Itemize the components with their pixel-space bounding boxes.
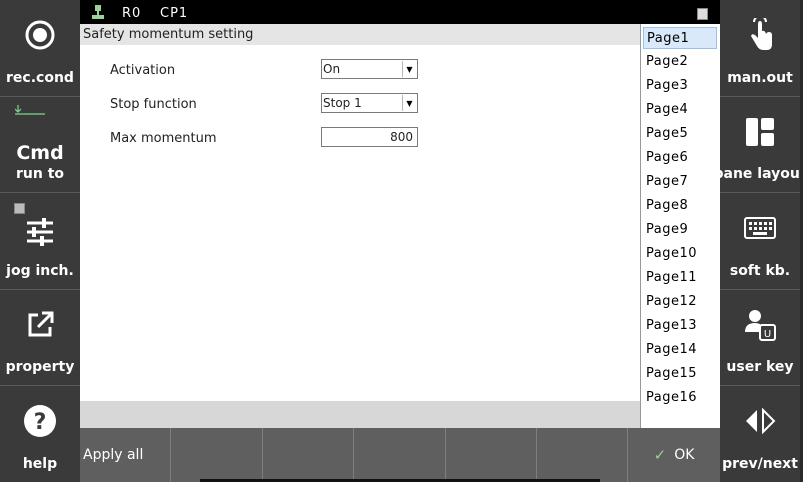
bottom-slot-3[interactable]	[263, 428, 355, 482]
jog-status-indicator	[14, 203, 25, 214]
run-to-button[interactable]: Cmd run to	[0, 97, 80, 194]
max-momentum-input[interactable]: 800	[321, 127, 418, 147]
svg-text:?: ?	[34, 410, 47, 435]
max-momentum-value: 800	[390, 130, 413, 144]
help-label: help	[22, 455, 58, 472]
man-out-label: man.out	[727, 69, 793, 86]
page-item[interactable]: Page9	[643, 219, 717, 241]
page-item[interactable]: Page13	[643, 315, 717, 337]
soft-kb-label: soft kb.	[729, 262, 791, 279]
chevron-down-icon[interactable]: ▼	[402, 61, 416, 77]
chevron-down-icon[interactable]: ▼	[402, 95, 416, 111]
page-item[interactable]: Page7	[643, 171, 717, 193]
bottom-slot-2[interactable]	[171, 428, 263, 482]
page-item[interactable]: Page1	[643, 27, 717, 49]
keyboard-icon	[743, 211, 777, 245]
property-button[interactable]: property	[0, 290, 80, 387]
record-circle-icon	[23, 18, 57, 52]
jog-inch-button[interactable]: jog inch.	[0, 193, 80, 290]
page-item[interactable]: Page5	[643, 123, 717, 145]
status-bar: R0 CP1	[80, 0, 720, 24]
page-item[interactable]: Page12	[643, 291, 717, 313]
run-to-arrow-icon	[14, 104, 45, 118]
page-list: Page1 Page2 Page3 Page4 Page5 Page6 Page…	[640, 24, 720, 428]
run-to-label: run to	[15, 166, 65, 183]
page-item[interactable]: Page11	[643, 267, 717, 289]
page-item[interactable]: Page14	[643, 339, 717, 361]
apply-all-button[interactable]: Apply all	[80, 428, 172, 482]
page-item[interactable]: Page15	[643, 363, 717, 385]
page-item[interactable]: Page8	[643, 195, 717, 217]
settings-panel: Safety momentum setting Activation On ▼ …	[80, 24, 640, 428]
page-item[interactable]: Page16	[643, 387, 717, 409]
pane-layout-label: pane layout	[713, 166, 803, 183]
help-button[interactable]: ? help	[0, 386, 80, 482]
cmd-label: Cmd	[16, 142, 64, 165]
sliders-icon	[23, 215, 57, 249]
bottom-slot-4[interactable]	[354, 428, 446, 482]
activation-label: Activation	[110, 63, 176, 78]
pane-layout-icon	[743, 115, 777, 149]
rec-cond-button[interactable]: rec.cond	[0, 0, 80, 97]
robot-status-icon	[92, 5, 104, 19]
storage-icon	[697, 8, 708, 20]
prev-next-button[interactable]: prev/next	[720, 386, 800, 482]
bottom-action-bar: Apply all ✓ OK	[80, 428, 720, 482]
jog-inch-label: jog inch.	[6, 262, 74, 279]
panel-footer	[80, 401, 640, 428]
stop-function-select[interactable]: Stop 1 ▼	[321, 93, 418, 113]
svg-text:U: U	[764, 329, 771, 340]
soft-kb-button[interactable]: soft kb.	[720, 193, 800, 290]
user-key-label: user key	[726, 359, 794, 376]
check-icon: ✓	[653, 446, 667, 464]
external-link-icon	[23, 308, 57, 342]
help-icon: ?	[23, 404, 57, 438]
max-momentum-label: Max momentum	[110, 131, 217, 146]
activation-value: On	[323, 62, 341, 76]
touch-hand-icon	[743, 18, 777, 52]
page-item[interactable]: Page6	[643, 147, 717, 169]
ok-label: OK	[674, 447, 695, 463]
panel-title: Safety momentum setting	[80, 24, 640, 45]
pane-layout-button[interactable]: pane layout	[713, 97, 803, 194]
bottom-slot-5[interactable]	[446, 428, 537, 482]
page-item[interactable]: Page4	[643, 99, 717, 121]
right-function-panel: man.out pane layout soft kb. U user key …	[713, 0, 803, 482]
bottom-slot-6[interactable]	[537, 428, 629, 482]
user-key-icon: U	[743, 308, 777, 342]
stop-function-value: Stop 1	[323, 96, 362, 110]
page-item[interactable]: Page3	[643, 75, 717, 97]
activation-select[interactable]: On ▼	[321, 59, 418, 79]
ok-button[interactable]: ✓ OK	[628, 428, 719, 482]
prev-next-icon	[743, 404, 777, 438]
page-item[interactable]: Page10	[643, 243, 717, 265]
property-label: property	[5, 359, 75, 376]
robot-number: R0	[122, 6, 142, 21]
user-key-button[interactable]: U user key	[720, 290, 800, 387]
rec-cond-label: rec.cond	[6, 69, 74, 86]
controller-program: CP1	[160, 6, 189, 21]
left-function-panel: rec.cond Cmd run to jog inch. property ?…	[0, 0, 80, 482]
prev-next-label: prev/next	[722, 455, 798, 472]
man-out-button[interactable]: man.out	[720, 0, 800, 97]
stop-function-label: Stop function	[110, 97, 197, 112]
page-item[interactable]: Page2	[643, 51, 717, 73]
